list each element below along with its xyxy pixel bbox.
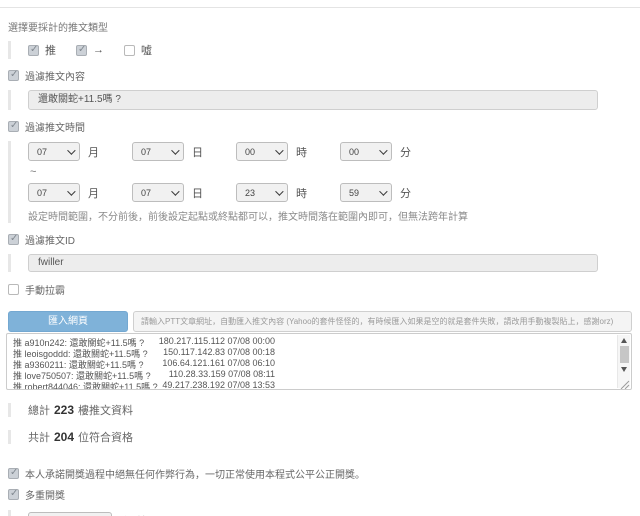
multi-draw-toggle[interactable]: 多重開獎 [8, 487, 632, 502]
chevron-down-icon [67, 146, 75, 154]
id-filter-label: 過濾推文ID [25, 232, 75, 247]
prize-count-unit-label: 個獎項 [122, 512, 161, 516]
month-unit-label: 月 [88, 144, 99, 160]
from-hour-select[interactable]: 00 [236, 142, 288, 161]
push-type-options: 推 → 噓 [8, 41, 632, 59]
to-month-select[interactable]: 07 [28, 183, 80, 202]
month-unit-label: 月 [88, 185, 99, 201]
from-day-select[interactable]: 07 [132, 142, 184, 161]
minute-unit-label: 分 [400, 185, 411, 201]
pledge-toggle[interactable]: 本人承諾開獎過程中絕無任何作弊行為，一切正常使用本程式公平公正開獎。 [8, 466, 632, 481]
chevron-down-icon [379, 187, 387, 195]
checkbox-arrow[interactable] [76, 45, 87, 56]
checkbox-multi-draw[interactable] [8, 489, 19, 500]
push-ip-time: 180.217.115.112 07/08 00:00 [117, 336, 275, 346]
from-minute-select[interactable]: 00 [340, 142, 392, 161]
prize-count-select[interactable]: 05 [28, 512, 112, 516]
resize-handle-icon[interactable] [619, 377, 630, 388]
scrollbar-thumb[interactable] [620, 346, 629, 363]
chevron-down-icon [171, 146, 179, 154]
chevron-down-icon [275, 187, 283, 195]
checkbox-manual-slot[interactable] [8, 284, 19, 295]
push-row: 推 a9360211: 還敢關蛇+11.5嗎 ?106.64.121.161 0… [13, 358, 631, 369]
push-type-option-boo[interactable]: 噓 [124, 42, 152, 58]
id-filter-toggle[interactable]: 過濾推文ID [8, 232, 632, 247]
push-row: 推 love750507: 還敢關蛇+11.5嗎 ?110.28.33.159 … [13, 369, 631, 380]
total-count: 223 [54, 403, 74, 417]
day-unit-label: 日 [192, 144, 203, 160]
manual-slot-label: 手動拉霸 [25, 282, 65, 297]
summary-total: 總計223樓推文資料 [8, 402, 632, 417]
chevron-down-icon [171, 187, 179, 195]
import-url-input[interactable] [133, 311, 632, 332]
push-type-option-push[interactable]: 推 [28, 42, 56, 58]
day-unit-label: 日 [192, 185, 203, 201]
import-url-button[interactable]: 匯入網頁 [8, 311, 128, 332]
summary-qualified: 共計204位符合資格 [8, 429, 632, 444]
chevron-down-icon [275, 146, 283, 154]
push-type-option-label: 推 [45, 42, 56, 58]
push-row: 推 robert844046: 還敢關蛇+11.5嗎 ?49.217.238.1… [13, 380, 631, 390]
content-filter-body: 還敢關蛇+11.5嗎 ? [8, 90, 632, 110]
push-type-option-label: → [93, 44, 104, 56]
chevron-down-icon [379, 146, 387, 154]
checkbox-boo[interactable] [124, 45, 135, 56]
checkbox-pledge[interactable] [8, 468, 19, 479]
chevron-down-icon [67, 187, 75, 195]
hour-unit-label: 時 [296, 144, 307, 160]
push-type-section-label: 選擇要採計的推文類型 [8, 19, 632, 34]
manual-slot-toggle[interactable]: 手動拉霸 [8, 282, 632, 297]
checkbox-time-filter[interactable] [8, 121, 19, 132]
time-filter-label: 過濾推文時間 [25, 119, 85, 134]
push-ip-time: 150.117.142.83 07/08 00:18 [117, 347, 275, 357]
checkbox-push[interactable] [28, 45, 39, 56]
scroll-down-icon[interactable] [621, 367, 627, 372]
push-ip-time: 49.217.238.192 07/08 13:53 [117, 380, 275, 390]
push-row: 推 a910n242: 還敢關蛇+11.5嗎 ?180.217.115.112 … [13, 336, 631, 347]
range-separator: ~ [30, 166, 632, 178]
checkbox-content-filter[interactable] [8, 70, 19, 81]
scroll-up-icon[interactable] [621, 338, 627, 343]
to-day-select[interactable]: 07 [132, 183, 184, 202]
time-filter-toggle[interactable]: 過濾推文時間 [8, 119, 632, 134]
lottery-tool-page: 選擇要採計的推文類型 推 → 噓 過濾推文內容 還敢關蛇+11.5嗎 ? 過濾推… [0, 8, 640, 516]
time-filter-body: 07 月 07 日 00 時 00 分 ~ 07 月 07 [8, 141, 632, 223]
push-type-option-label: 噓 [141, 42, 152, 58]
to-hour-select[interactable]: 23 [236, 183, 288, 202]
push-ip-time: 110.28.33.159 07/08 08:11 [117, 369, 275, 379]
id-filter-input[interactable]: fwiller [28, 254, 598, 272]
hour-unit-label: 時 [296, 185, 307, 201]
to-minute-select[interactable]: 59 [340, 183, 392, 202]
id-filter-body: fwiller [8, 254, 632, 272]
time-filter-hint: 設定時間範圍，不分前後，前後設定起點或終點都可以，推文時間落在範圍內即可，但無法… [28, 208, 632, 223]
checkbox-id-filter[interactable] [8, 234, 19, 245]
push-ip-time: 106.64.121.161 07/08 06:10 [117, 358, 275, 368]
push-type-option-arrow[interactable]: → [76, 44, 104, 56]
push-list[interactable]: 推 a910n242: 還敢關蛇+11.5嗎 ?180.217.115.112 … [6, 333, 632, 390]
push-row: 推 leoisgoddd: 還敢關蛇+11.5嗎 ?150.117.142.83… [13, 347, 631, 358]
multi-draw-body: 05 個獎項 此選項可一次開出多位得獎者 [8, 510, 632, 516]
minute-unit-label: 分 [400, 144, 411, 160]
content-filter-label: 過濾推文內容 [25, 68, 85, 83]
content-filter-toggle[interactable]: 過濾推文內容 [8, 68, 632, 83]
qualified-count: 204 [54, 430, 74, 444]
content-filter-input[interactable]: 還敢關蛇+11.5嗎 ? [28, 90, 598, 110]
from-month-select[interactable]: 07 [28, 142, 80, 161]
multi-draw-label: 多重開獎 [25, 487, 65, 502]
pledge-label: 本人承諾開獎過程中絕無任何作弊行為，一切正常使用本程式公平公正開獎。 [25, 466, 365, 481]
